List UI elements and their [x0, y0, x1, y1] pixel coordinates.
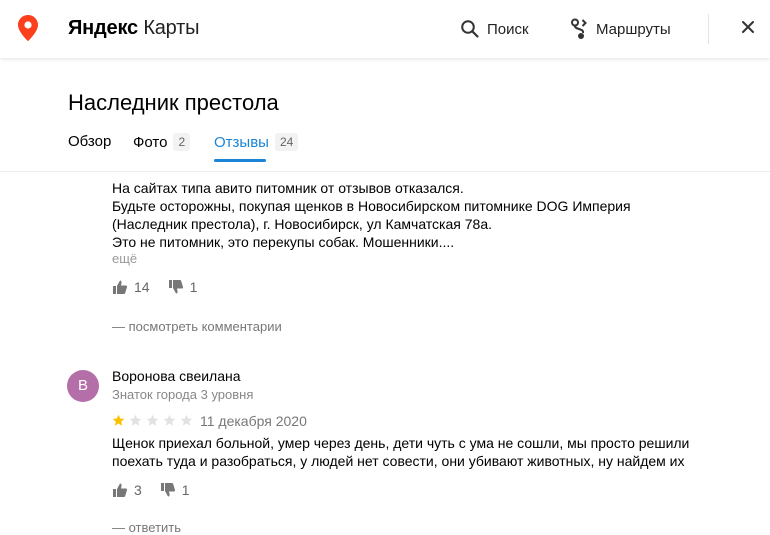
reply-link[interactable]: — ответить	[112, 520, 181, 535]
review-reactions: 14 1	[112, 278, 215, 296]
view-comments-link[interactable]: — посмотреть комментарии	[112, 319, 282, 334]
review-text-line: поехать туда и разобраться, у людей нет …	[112, 453, 685, 469]
like-count: 14	[134, 279, 150, 295]
review-text-line: На сайтах типа авито питомник от отзывов…	[112, 180, 464, 196]
top-bar: Яндекс Карты Поиск Маршруты	[0, 0, 770, 58]
map-pin-icon[interactable]	[18, 15, 38, 41]
route-icon	[571, 18, 587, 39]
thumbs-up-icon	[113, 483, 128, 497]
review-text-line: Щенок приехал больной, умер через день, …	[112, 435, 690, 451]
review-reactions: 3 1	[112, 481, 208, 499]
dislike-button[interactable]: 1	[168, 279, 198, 295]
tab-photos[interactable]: Фото 2	[133, 133, 191, 163]
like-count: 3	[134, 482, 142, 498]
dislike-count: 1	[189, 279, 198, 295]
avatar[interactable]: В	[67, 370, 99, 402]
review-text-line: Это не питомник, это перекупы собак. Мош…	[112, 234, 455, 250]
rating-stars	[112, 414, 197, 428]
star-empty-icon	[146, 414, 159, 426]
dislike-count: 1	[181, 482, 190, 498]
review-body: На сайтах типа авито питомник от отзывов…	[112, 179, 732, 251]
star-empty-icon	[129, 414, 142, 426]
brand-name-bold: Яндекс	[68, 17, 138, 39]
tab-label: Отзывы	[214, 134, 269, 151]
star-empty-icon	[180, 414, 193, 426]
routes-button[interactable]: Маршруты	[569, 16, 671, 42]
brand-logo[interactable]: Яндекс Карты	[68, 16, 200, 40]
tab-overview[interactable]: Обзор	[68, 133, 111, 163]
tab-count-badge: 24	[274, 133, 299, 151]
star-empty-icon	[163, 414, 176, 426]
tab-label: Фото	[133, 134, 168, 151]
close-icon[interactable]	[740, 19, 756, 35]
review-text-line: (Наследник престола), г. Новосибирск, ул…	[112, 216, 492, 232]
tab-reviews[interactable]: Отзывы 24	[214, 133, 299, 163]
like-button[interactable]: 14	[112, 279, 150, 295]
search-icon	[461, 20, 479, 38]
header-divider	[708, 14, 709, 44]
review-author-name[interactable]: Воронова свеилана	[112, 368, 241, 384]
thumbs-down-icon	[160, 483, 175, 497]
review-date: 11 декабря 2020	[200, 413, 307, 429]
review-more-link[interactable]: ещё	[112, 251, 137, 266]
tabs-divider	[0, 171, 770, 172]
dislike-button[interactable]: 1	[160, 482, 190, 498]
search-button[interactable]: Поиск	[460, 16, 529, 42]
star-filled-icon	[112, 414, 125, 426]
thumbs-down-icon	[168, 280, 183, 294]
page-title: Наследник престола	[68, 90, 279, 115]
tab-count-badge: 2	[173, 133, 191, 151]
brand-name-light: Карты	[143, 17, 200, 39]
review-body: Щенок приехал больной, умер через день, …	[112, 434, 732, 470]
tab-label: Обзор	[68, 133, 112, 150]
review-text-line: Будьте осторожны, покупая щенков в Новос…	[112, 198, 631, 214]
search-label: Поиск	[487, 20, 529, 38]
routes-label: Маршруты	[596, 20, 671, 38]
review-author-level: Знаток города 3 уровня	[112, 387, 254, 402]
thumbs-up-icon	[113, 280, 128, 294]
like-button[interactable]: 3	[112, 482, 142, 498]
